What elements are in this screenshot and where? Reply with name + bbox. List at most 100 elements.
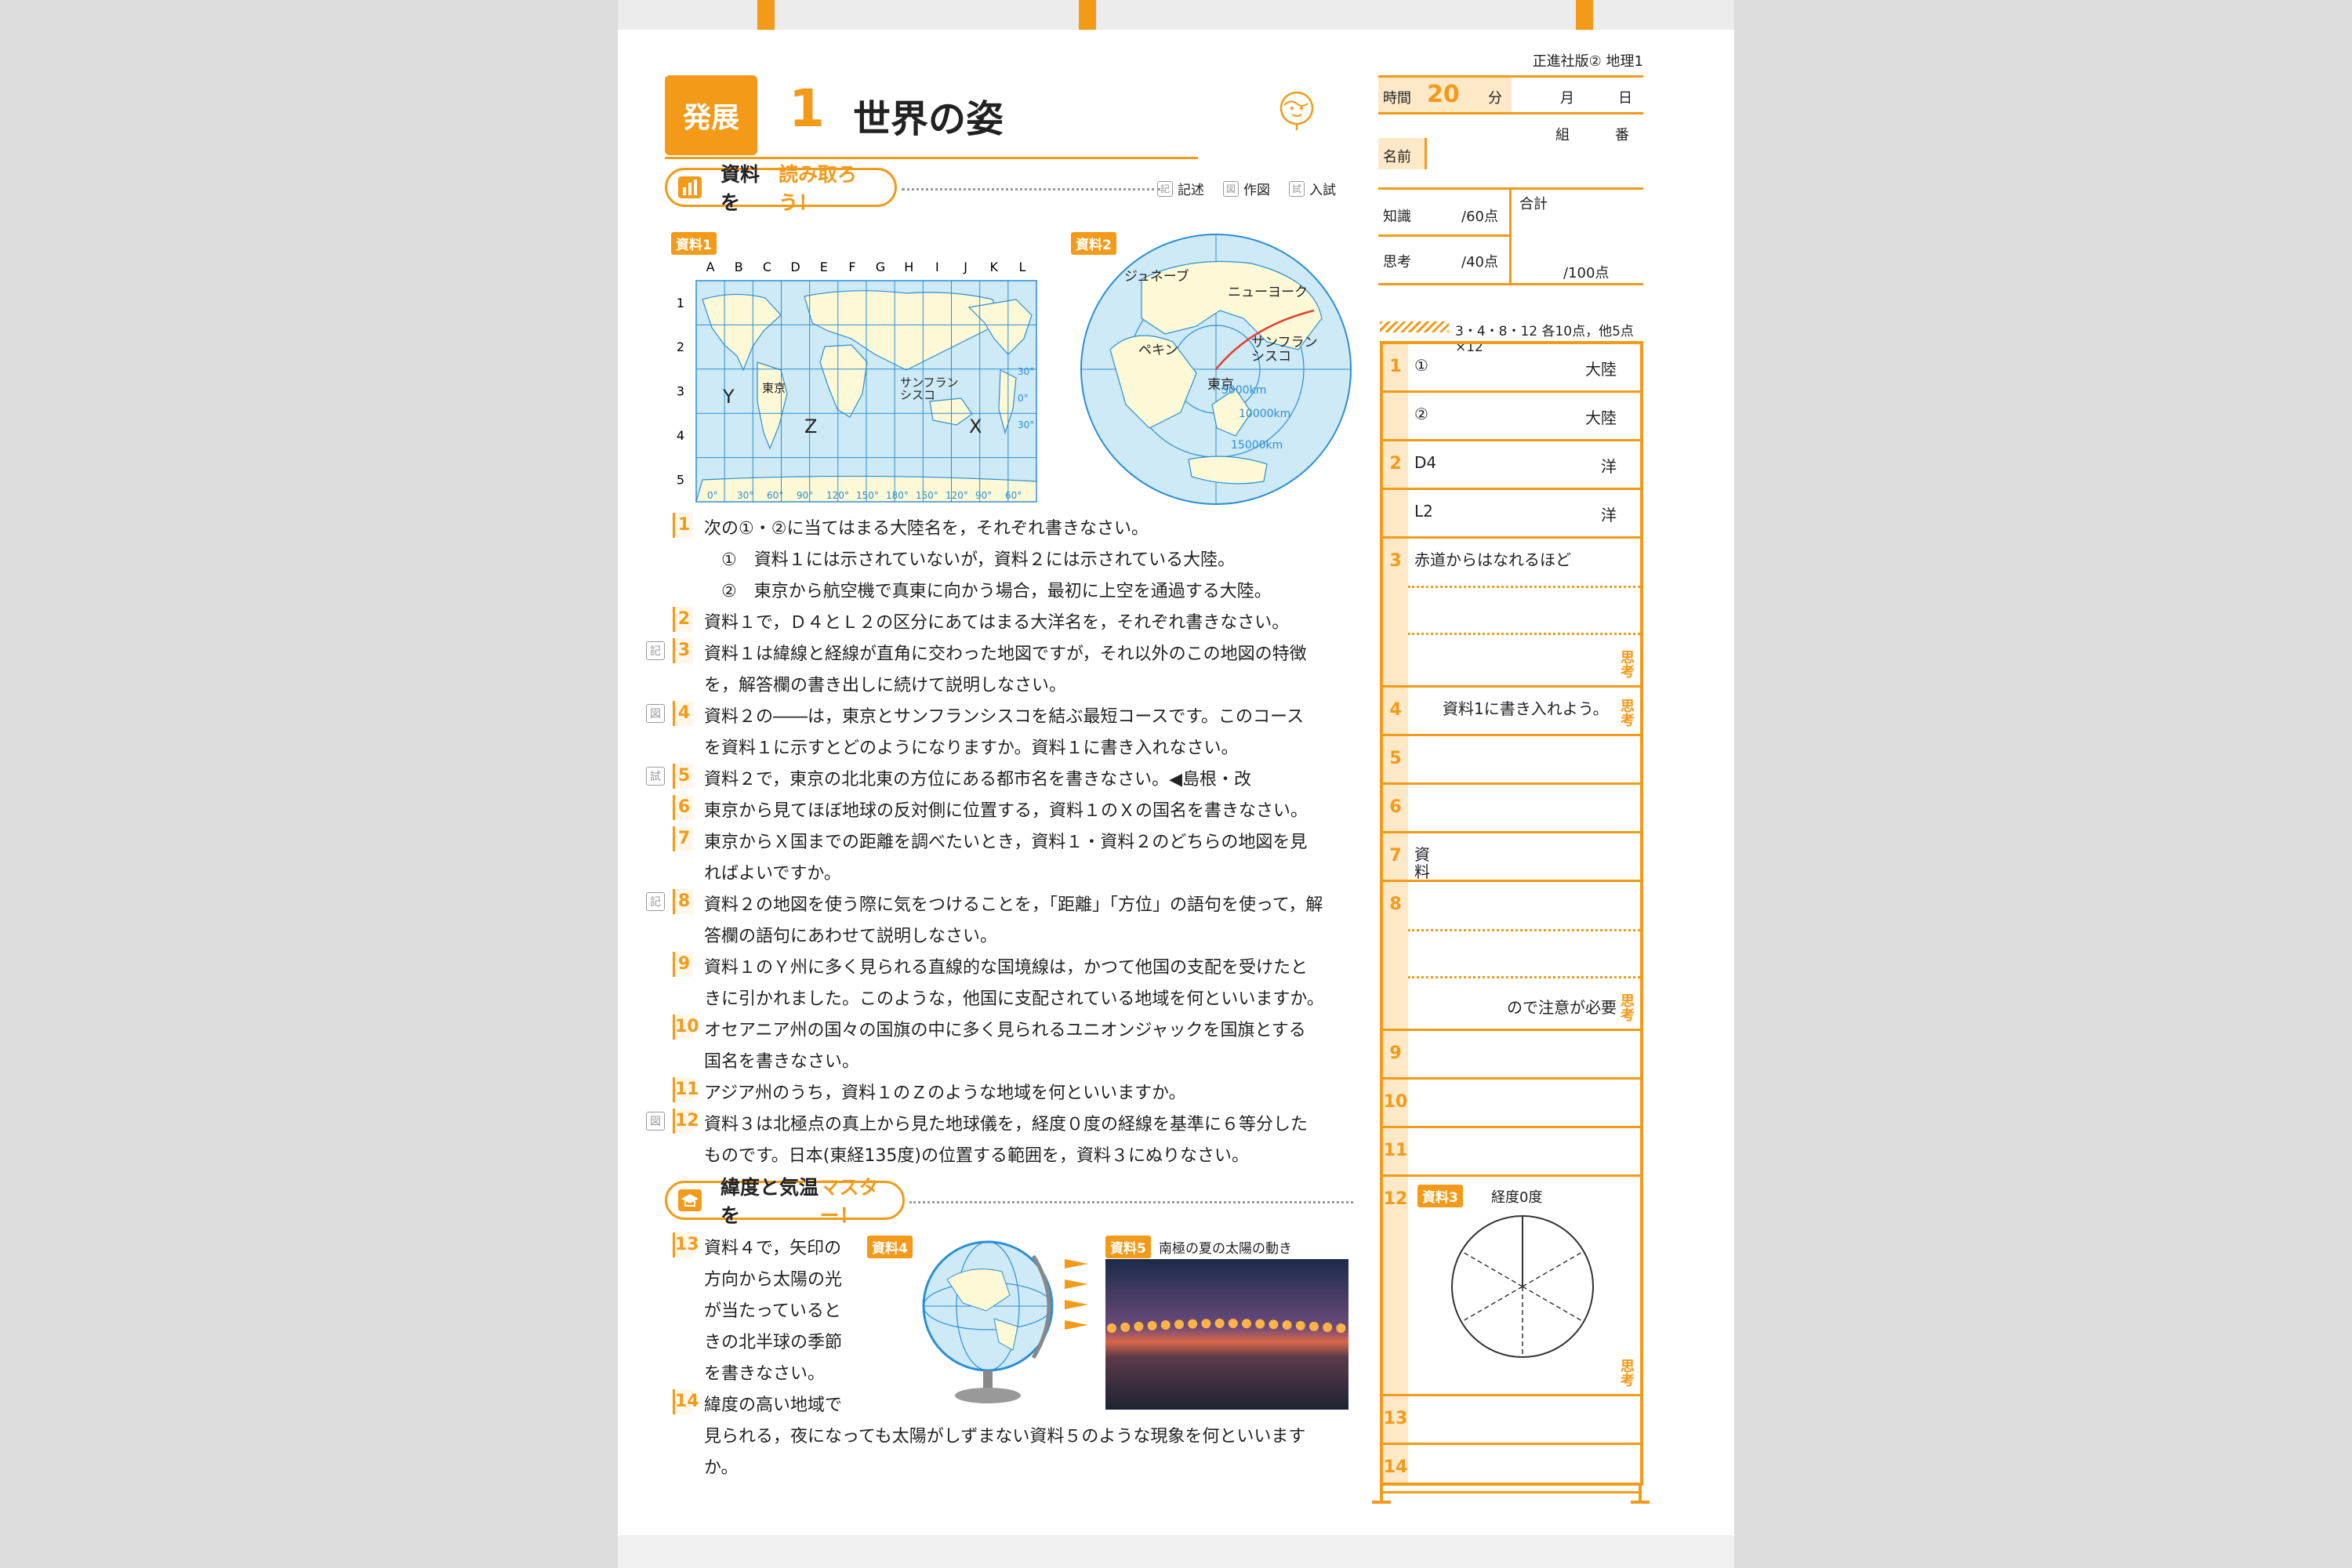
answer-number: 9 (1389, 1044, 1402, 1063)
map1-label-x: X (969, 416, 982, 437)
sun-dot (1269, 1319, 1279, 1330)
map1-row-label: 2 (677, 339, 684, 354)
exam-icon: 試 (1289, 180, 1305, 197)
map1-col-label: D (790, 260, 800, 274)
section-heading-latitude: 緯度と気温を マスター！ (665, 1176, 905, 1227)
answer-row[interactable]: 4 資料1に書き入れよう。 思考 (1383, 688, 1640, 736)
question-text: 資料１で，Ｄ４とＬ２の区分にあてはまる大洋名を，それぞれ書きなさい。 (704, 613, 1290, 633)
answer-row[interactable]: 1 ① 大陸 (1383, 344, 1640, 393)
question-number: 1 (673, 513, 693, 538)
map1-col-label: E (820, 260, 828, 274)
map1-col-label: L (1018, 260, 1025, 274)
question-mark-icon: 試 (646, 767, 665, 786)
midnight-sun-photo (1105, 1259, 1348, 1410)
question-text: 東京からＸ国までの距離を調べたいとき，資料１・資料２のどちらの地図を見 (704, 833, 1308, 852)
answer-number: 5 (1389, 749, 1402, 768)
answer-number: 13 (1383, 1409, 1408, 1428)
answer-row[interactable]: 8 ので注意が必要 思考 (1383, 882, 1640, 1031)
binder-tab (1079, 0, 1096, 30)
name-field[interactable]: 組 番 名前 (1378, 114, 1643, 190)
sun-dot (1295, 1320, 1305, 1330)
answer-row[interactable]: 3 赤道からはなれるほど 思考 (1383, 539, 1640, 688)
time-date-row: 時間 20 分 月 日 (1378, 75, 1643, 114)
map1-col-label: C (763, 260, 771, 274)
sun-dot (1134, 1321, 1144, 1331)
answer-number: 1 (1389, 357, 1402, 376)
sun-dot (1107, 1323, 1116, 1333)
question-text: を資料１に示すとどのようになりますか。資料１に書き入れなさい。 (704, 739, 1239, 758)
section-title-plain: 緯度と気温を (720, 1176, 819, 1227)
answer-row[interactable]: 9 (1383, 1031, 1640, 1080)
bottom-strip (618, 1535, 1734, 1568)
writing-line (1408, 929, 1640, 931)
map1-row-label: 1 (677, 296, 684, 310)
sun-dot (1323, 1322, 1333, 1332)
time-label: 時間 (1383, 90, 1411, 107)
map1-lat-label: 30° (1018, 366, 1034, 377)
day-label: 日 (1618, 90, 1632, 107)
answer-row[interactable]: ② 大陸 (1383, 393, 1640, 441)
writing-line (1408, 633, 1640, 635)
binder-tab (1576, 0, 1593, 30)
answer-row[interactable]: 11 (1383, 1128, 1640, 1177)
question-text: 資料１のＹ州に多く見られる直線的な国境線は，かつて他国の支配を受けたと (704, 958, 1308, 978)
answer-number: 2 (1389, 454, 1402, 474)
knowledge-label: 知識 (1383, 209, 1411, 225)
legend-label: 入試 (1309, 183, 1336, 198)
map2-label-geneva: ジュネーブ (1124, 269, 1189, 285)
figure4-tag: 資料4 (867, 1236, 913, 1258)
answer-row[interactable]: 2 D4 洋 (1383, 441, 1640, 490)
answer-row[interactable]: 6 (1383, 785, 1640, 833)
map1-lon-label: 90° (797, 490, 813, 501)
map1-lon-label: 30° (737, 490, 753, 501)
answer-row[interactable]: L2 洋 (1383, 490, 1640, 539)
sun-dot (1201, 1319, 1211, 1329)
chart-icon (678, 176, 702, 198)
question-text: ればよいですか。 (704, 864, 841, 884)
answer-sheet: 1 ① 大陸 ② 大陸 2 D4 洋 L2 洋 3 赤道からはなれるほど 思考 4 資料1に書き入れよう。思… (1380, 341, 1643, 1494)
figure1-tag: 資料1 (671, 232, 717, 255)
world-map-grid: A B C D E F G H I J K L 1 2 3 4 5 0° 30° 60° 90° 120° 150° 180°… (677, 260, 1037, 503)
question-number: 4 (673, 701, 693, 726)
question-number: 8 (673, 889, 693, 914)
dotted-rule (902, 188, 1160, 191)
longitude-circle[interactable] (1444, 1208, 1601, 1365)
map1-lon-label: 150° (856, 490, 879, 501)
answer-row[interactable]: 10 (1383, 1080, 1640, 1128)
answer-suffix: 大陸 (1585, 360, 1617, 379)
answer-row[interactable]: 13 (1383, 1396, 1640, 1445)
question-number: 7 (673, 826, 693, 851)
answer-number: 3 (1389, 551, 1402, 571)
globe-figure (922, 1240, 1054, 1403)
question-text: 資料１は緯線と経線が直角に交わった地図ですが，それ以外のこの地図の特徴 (704, 644, 1307, 664)
figure5-tag: 資料5 (1105, 1236, 1151, 1258)
figure3-label: 経度0度 (1491, 1189, 1543, 1206)
question-mark-icon: 図 (646, 704, 665, 723)
map1-col-label: I (935, 260, 939, 274)
answer-prompt: D4 (1414, 453, 1437, 472)
answer-number: 4 (1389, 700, 1402, 720)
question-number: 11 (673, 1077, 699, 1102)
azimuthal-map (1080, 234, 1352, 505)
map1-row-label: 5 (677, 472, 684, 487)
answer-prompt: 赤道からはなれるほど (1414, 550, 1571, 569)
legend-label: 記述 (1178, 183, 1204, 198)
answer-row[interactable]: 5 (1383, 736, 1640, 785)
map2-label-10000: 10000km (1239, 408, 1291, 420)
graduation-cap-icon (678, 1189, 702, 1211)
question-number: 2 (673, 607, 693, 632)
legend-label: 作図 (1243, 183, 1270, 198)
sun-dot (1188, 1319, 1198, 1329)
answer-row[interactable]: 12 思考 資料3 経度0度 (1383, 1177, 1640, 1396)
answer-suffix: 大陸 (1585, 408, 1617, 427)
question-text: を書きなさい。 (704, 1364, 826, 1384)
question-list: 1 次の①・②に当てはまる大陸名を，それぞれ書きなさい。 ① 資料１には示されてい… (646, 510, 1352, 1168)
question-number: 14 (673, 1389, 699, 1414)
answer-row[interactable]: 7 資 料 (1383, 833, 1640, 882)
thinking-score: /40点 (1461, 254, 1498, 270)
question-number: 9 (673, 952, 693, 977)
answer-prompt: L2 (1414, 502, 1433, 521)
sunlight-arrows-icon (1065, 1259, 1088, 1330)
seat-label: 番 (1615, 127, 1629, 143)
answer-number: 7 (1389, 846, 1402, 866)
